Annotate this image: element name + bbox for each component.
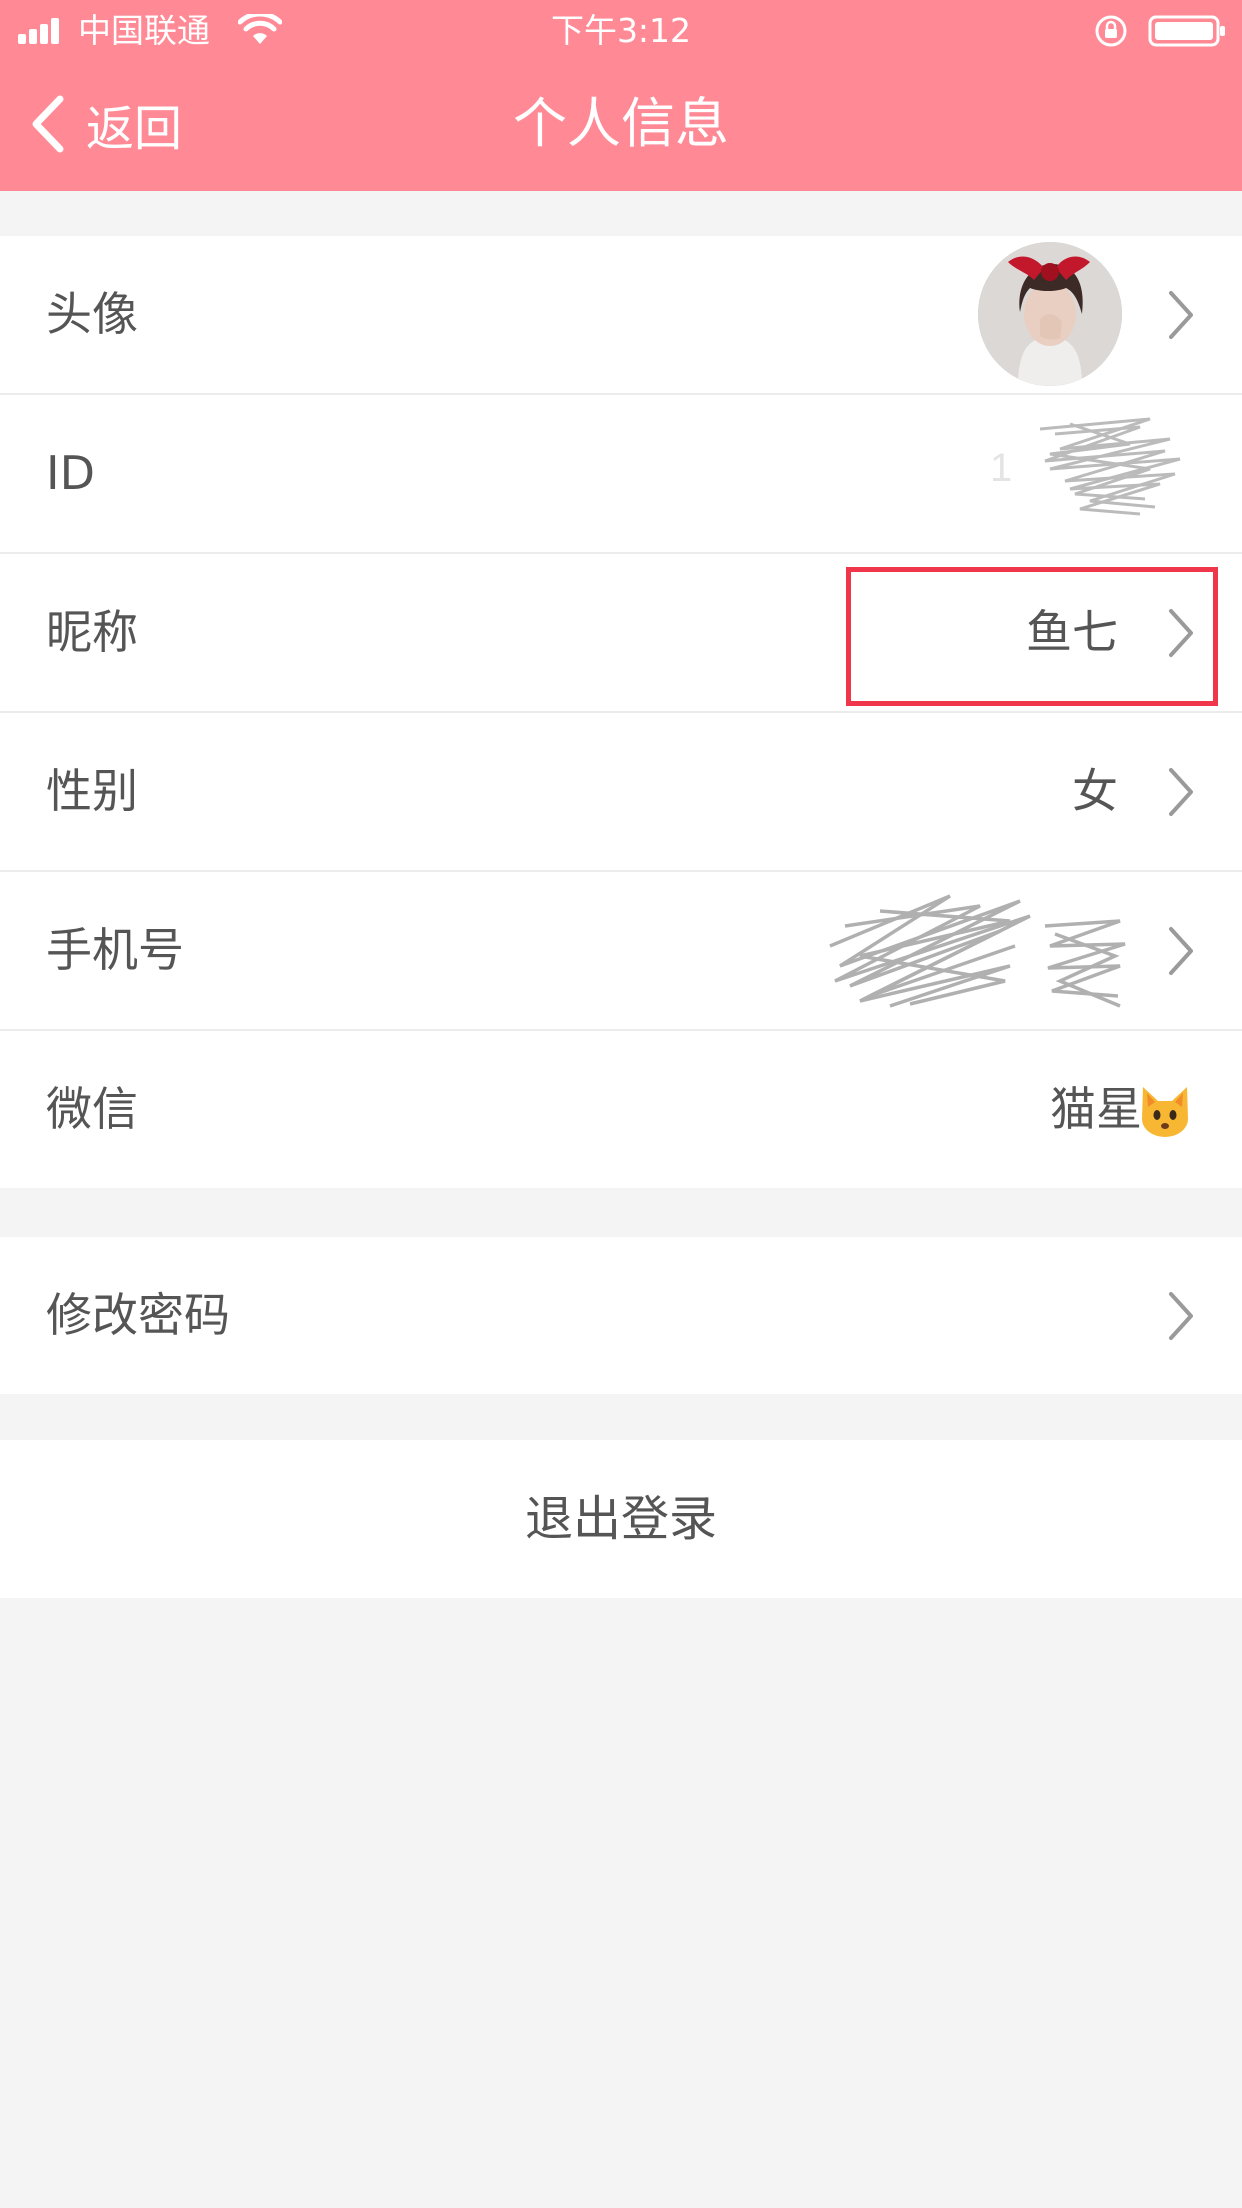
wechat-row: 微信 猫星: [0, 1031, 1242, 1188]
wechat-value: 猫星: [1050, 1082, 1142, 1136]
status-bar: 中国联通 下午3:12: [0, 0, 1242, 62]
redacted-scribble: 1: [990, 417, 1181, 516]
logout-button[interactable]: 退出登录: [0, 1440, 1242, 1598]
change-password-label: 修改密码: [46, 1288, 230, 1342]
redacted-scribble: [829, 894, 1126, 1008]
chevron-right-icon: [1169, 768, 1193, 816]
highlight-box: [846, 567, 1218, 706]
id-row: ID 1: [0, 395, 1242, 552]
avatar-image: [978, 242, 1122, 386]
rotation-lock-icon: [1095, 15, 1127, 47]
chevron-right-icon: [1169, 927, 1193, 975]
gender-value: 女: [1072, 764, 1118, 818]
svg-text:1: 1: [990, 446, 1012, 490]
status-time: 下午3:12: [550, 11, 692, 50]
chevron-right-icon: [1169, 1292, 1193, 1340]
change-password-row[interactable]: 修改密码: [0, 1237, 1242, 1394]
nickname-label: 昵称: [46, 605, 138, 659]
gender-row[interactable]: 性别 女: [0, 713, 1242, 870]
chevron-right-icon: [1169, 291, 1193, 339]
phone-label: 手机号: [46, 923, 184, 977]
gender-label: 性别: [46, 764, 138, 818]
cat-face-icon: [1142, 1087, 1188, 1137]
id-label: ID: [46, 446, 95, 500]
page-title: 个人信息: [513, 92, 729, 155]
phone-row[interactable]: 手机号: [0, 872, 1242, 1029]
header: 中国联通 下午3:12 返回 个人信息: [0, 0, 1242, 191]
avatar-label: 头像: [46, 287, 138, 341]
wechat-label: 微信: [46, 1082, 138, 1136]
battery-icon: [1148, 15, 1225, 47]
avatar[interactable]: [978, 242, 1122, 386]
